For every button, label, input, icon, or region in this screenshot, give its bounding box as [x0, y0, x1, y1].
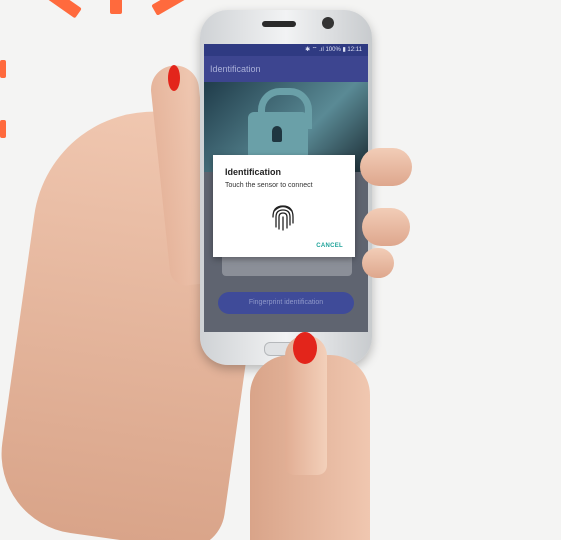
speaker-grille [262, 21, 296, 27]
fingerprint-icon [272, 205, 294, 231]
identification-dialog: Identification Touch the sensor to conne… [213, 155, 355, 257]
orange-mark-3 [42, 0, 82, 19]
cancel-button[interactable]: CANCEL [316, 243, 343, 249]
status-bar: ✱ ⌔ .ıl 100% ▮ 12:11 [204, 44, 368, 56]
dialog-title: Identification [225, 167, 281, 177]
photo-scene: ✱ ⌔ .ıl 100% ▮ 12:11 Identification Fing… [0, 0, 561, 540]
left-finger-3 [362, 248, 394, 278]
orange-mark-5 [151, 0, 187, 16]
front-camera [322, 17, 334, 29]
left-finger-1 [360, 148, 412, 186]
app-title: Identification [204, 56, 368, 82]
keyhole [272, 126, 282, 142]
left-finger-2 [362, 208, 410, 246]
dialog-message: Touch the sensor to connect [225, 182, 313, 189]
thumb-nail [168, 65, 180, 91]
index-nail [293, 332, 317, 364]
orange-mark-2 [0, 120, 6, 138]
orange-mark-1 [0, 60, 6, 78]
fingerprint-identification-button[interactable]: Fingerprint identification [218, 292, 354, 314]
orange-mark-4 [110, 0, 122, 14]
